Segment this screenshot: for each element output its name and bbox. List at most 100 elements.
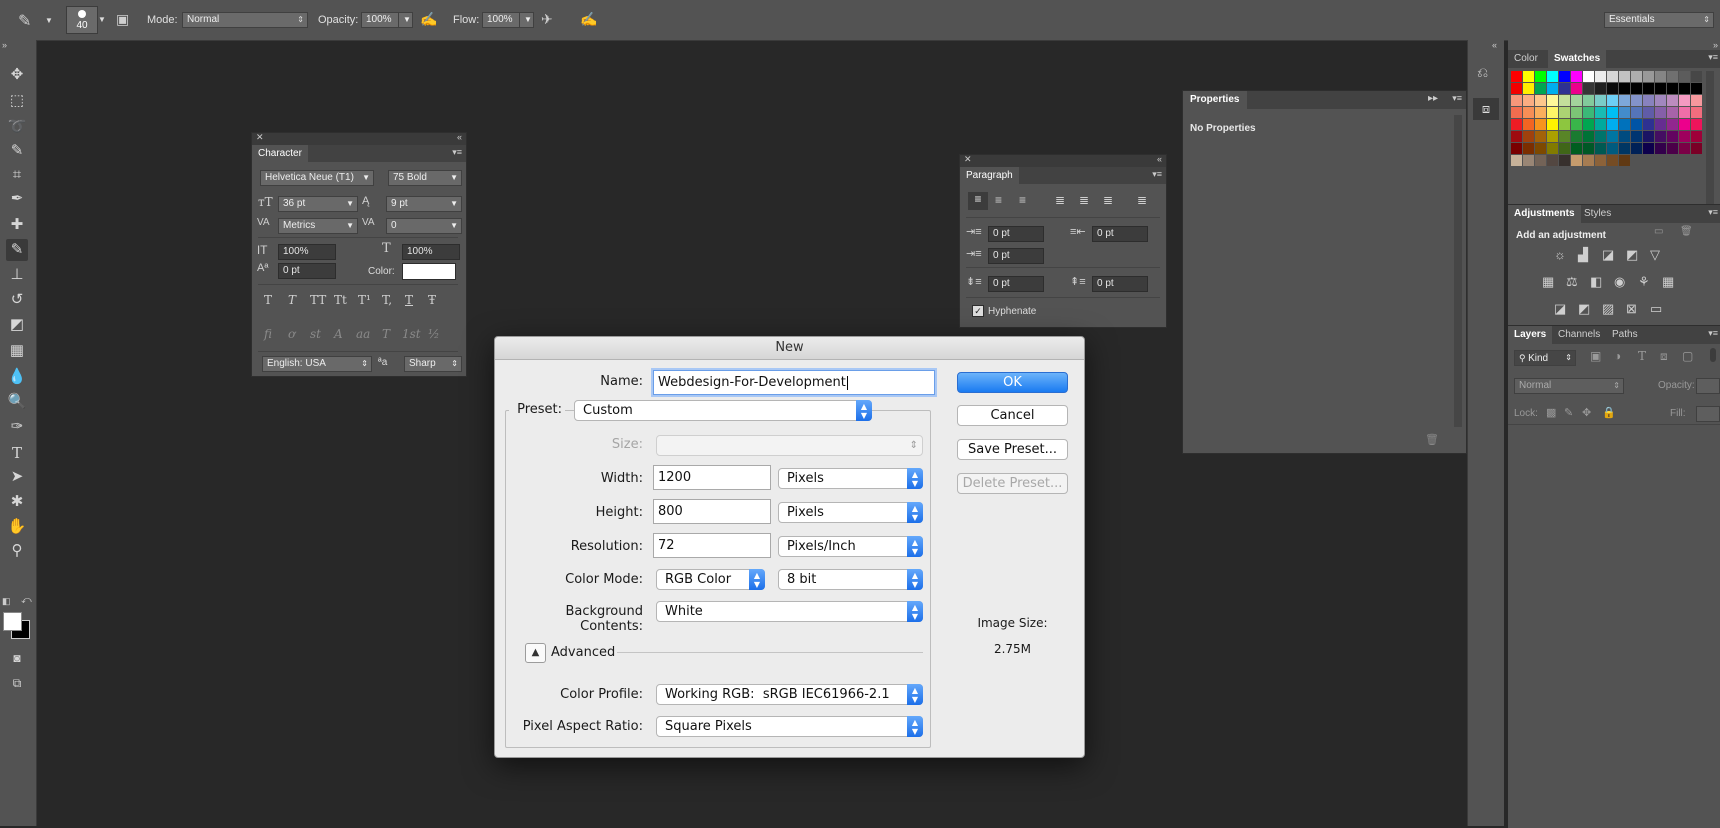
color-swatch[interactable] — [1619, 107, 1630, 118]
color-swatch[interactable] — [1667, 119, 1678, 130]
color-swatch[interactable] — [1619, 131, 1630, 142]
color-swatch[interactable] — [1619, 83, 1630, 94]
color-swatch[interactable] — [1643, 107, 1654, 118]
path-selection-tool-icon[interactable]: ➤ — [6, 466, 28, 488]
color-swatch[interactable] — [1607, 119, 1618, 130]
collapse-toolbar-icon[interactable]: » — [2, 40, 7, 50]
color-swatch[interactable] — [1643, 131, 1654, 142]
color-swatch[interactable] — [1655, 131, 1666, 142]
collapse-dock-icon[interactable]: « — [1492, 40, 1497, 50]
superscript-button[interactable]: T¹ — [358, 293, 371, 307]
width-unit-select[interactable]: Pixels ▲ ▼ — [778, 468, 923, 489]
panel-menu-icon[interactable]: ▾≡ — [1708, 328, 1718, 339]
blend-mode-select[interactable]: Normal ⇕ — [1514, 378, 1624, 394]
color-swatch[interactable] — [1535, 95, 1546, 106]
save-preset-button[interactable]: Save Preset... — [957, 439, 1068, 460]
fractions-button[interactable]: ½ — [428, 327, 440, 341]
color-swatch[interactable] — [1631, 119, 1642, 130]
lock-pixels-icon[interactable]: ✎ — [1564, 406, 1573, 419]
color-swatch[interactable] — [1511, 71, 1522, 82]
color-swatch[interactable] — [1607, 83, 1618, 94]
color-swatch[interactable] — [1535, 107, 1546, 118]
color-swatch[interactable] — [1571, 155, 1582, 166]
language-select[interactable]: English: USA ⇕ — [262, 356, 372, 372]
color-swatch[interactable] — [1655, 83, 1666, 94]
color-swatch[interactable] — [1607, 107, 1618, 118]
hyphenate-checkbox[interactable]: ✓ — [972, 305, 984, 317]
color-swatch[interactable] — [1619, 119, 1630, 130]
cancel-button[interactable]: Cancel — [957, 405, 1068, 426]
scrollbar[interactable] — [1454, 115, 1462, 427]
tab-layers[interactable]: Layers — [1508, 326, 1553, 344]
all-caps-button[interactable]: TT — [310, 293, 326, 307]
color-swatch[interactable] — [1619, 155, 1630, 166]
baseline-shift-field[interactable]: 0 pt — [278, 263, 336, 279]
collapse-icon[interactable]: « — [457, 132, 462, 142]
invert-icon[interactable]: ◪ — [1554, 301, 1566, 317]
smart-object-filter-icon[interactable]: ▢ — [1682, 349, 1693, 363]
width-input[interactable]: 1200 — [653, 465, 771, 490]
color-swatch[interactable] — [1547, 155, 1558, 166]
color-swatch[interactable] — [1535, 131, 1546, 142]
color-swatch[interactable] — [1655, 143, 1666, 154]
brush-tool-icon[interactable]: ✎ — [6, 239, 28, 261]
flow-dropdown-icon[interactable]: ▼ — [519, 12, 534, 28]
opacity-field[interactable]: 100% — [361, 12, 399, 28]
bit-depth-select[interactable]: 8 bit ▲ ▼ — [778, 569, 923, 590]
color-swatch[interactable] — [1523, 119, 1534, 130]
ligatures-button[interactable]: fi — [264, 327, 272, 341]
color-swatch[interactable] — [1595, 107, 1606, 118]
color-swatch[interactable] — [1679, 119, 1690, 130]
shape-tool-icon[interactable]: ✱ — [6, 491, 28, 513]
color-swatch[interactable] — [1547, 107, 1558, 118]
expand-icon[interactable]: ▸▸ — [1428, 93, 1438, 104]
panel-menu-icon[interactable]: ▾≡ — [1708, 52, 1718, 63]
color-swatch[interactable] — [1595, 119, 1606, 130]
tab-swatches[interactable]: Swatches — [1548, 50, 1607, 68]
close-icon[interactable]: ✕ — [256, 132, 264, 143]
align-right-icon[interactable]: ≡ — [1019, 193, 1026, 207]
color-swatch[interactable] — [1583, 143, 1594, 154]
indent-left-field[interactable]: 0 pt — [988, 226, 1044, 242]
channel-mixer-icon[interactable]: ⚘ — [1638, 274, 1650, 290]
history-panel-icon[interactable]: ⎌ — [1477, 64, 1488, 81]
pixel-aspect-ratio-select[interactable]: Square Pixels ▲ ▼ — [656, 716, 923, 737]
collapse-dock-icon[interactable]: » — [1713, 40, 1718, 50]
hue-saturation-icon[interactable]: ▦ — [1542, 274, 1554, 290]
color-swatch[interactable] — [1595, 83, 1606, 94]
swap-colors-icon[interactable]: ⤺ — [21, 595, 32, 606]
indent-right-field[interactable]: 0 pt — [1092, 226, 1148, 242]
color-swatch[interactable] — [1559, 83, 1570, 94]
lock-position-icon[interactable]: ✥ — [1582, 406, 1591, 419]
gradient-map-icon[interactable]: ▭ — [1650, 301, 1662, 317]
stylistic-alternates-button[interactable]: aa — [356, 327, 370, 341]
color-swatch[interactable] — [1607, 143, 1618, 154]
color-swatch[interactable] — [1631, 107, 1642, 118]
color-swatch[interactable] — [1667, 107, 1678, 118]
vibrance-icon[interactable]: ▽ — [1650, 247, 1660, 263]
lasso-tool-icon[interactable]: ➰ — [6, 116, 28, 138]
color-swatch[interactable] — [1511, 143, 1522, 154]
color-swatch[interactable] — [1523, 131, 1534, 142]
color-swatch[interactable] — [1631, 95, 1642, 106]
color-swatch[interactable] — [1655, 71, 1666, 82]
filter-toggle[interactable] — [1710, 348, 1716, 362]
gradient-tool-icon[interactable]: ▦ — [6, 340, 28, 362]
color-swatch[interactable] — [1595, 143, 1606, 154]
brightness-contrast-icon[interactable]: ☼ — [1554, 247, 1566, 262]
color-swatch[interactable] — [1667, 83, 1678, 94]
curves-icon[interactable]: ◪ — [1602, 247, 1614, 263]
color-swatch[interactable] — [1667, 95, 1678, 106]
color-swatch[interactable] — [1523, 83, 1534, 94]
tab-channels[interactable]: Channels — [1552, 326, 1606, 344]
brush-picker-arrow-icon[interactable]: ▼ — [98, 15, 106, 24]
color-swatch[interactable] — [1571, 119, 1582, 130]
move-tool-icon[interactable]: ✥ — [6, 64, 28, 86]
resolution-input[interactable]: 72 — [653, 533, 771, 558]
color-swatch[interactable] — [1655, 95, 1666, 106]
mode-select[interactable]: Normal ⇕ — [182, 12, 308, 28]
subscript-button[interactable]: T, — [382, 293, 392, 307]
exposure-icon[interactable]: ◩ — [1626, 247, 1638, 263]
color-swatch[interactable] — [1679, 143, 1690, 154]
kerning-field[interactable]: Metrics ▼ — [278, 218, 358, 234]
